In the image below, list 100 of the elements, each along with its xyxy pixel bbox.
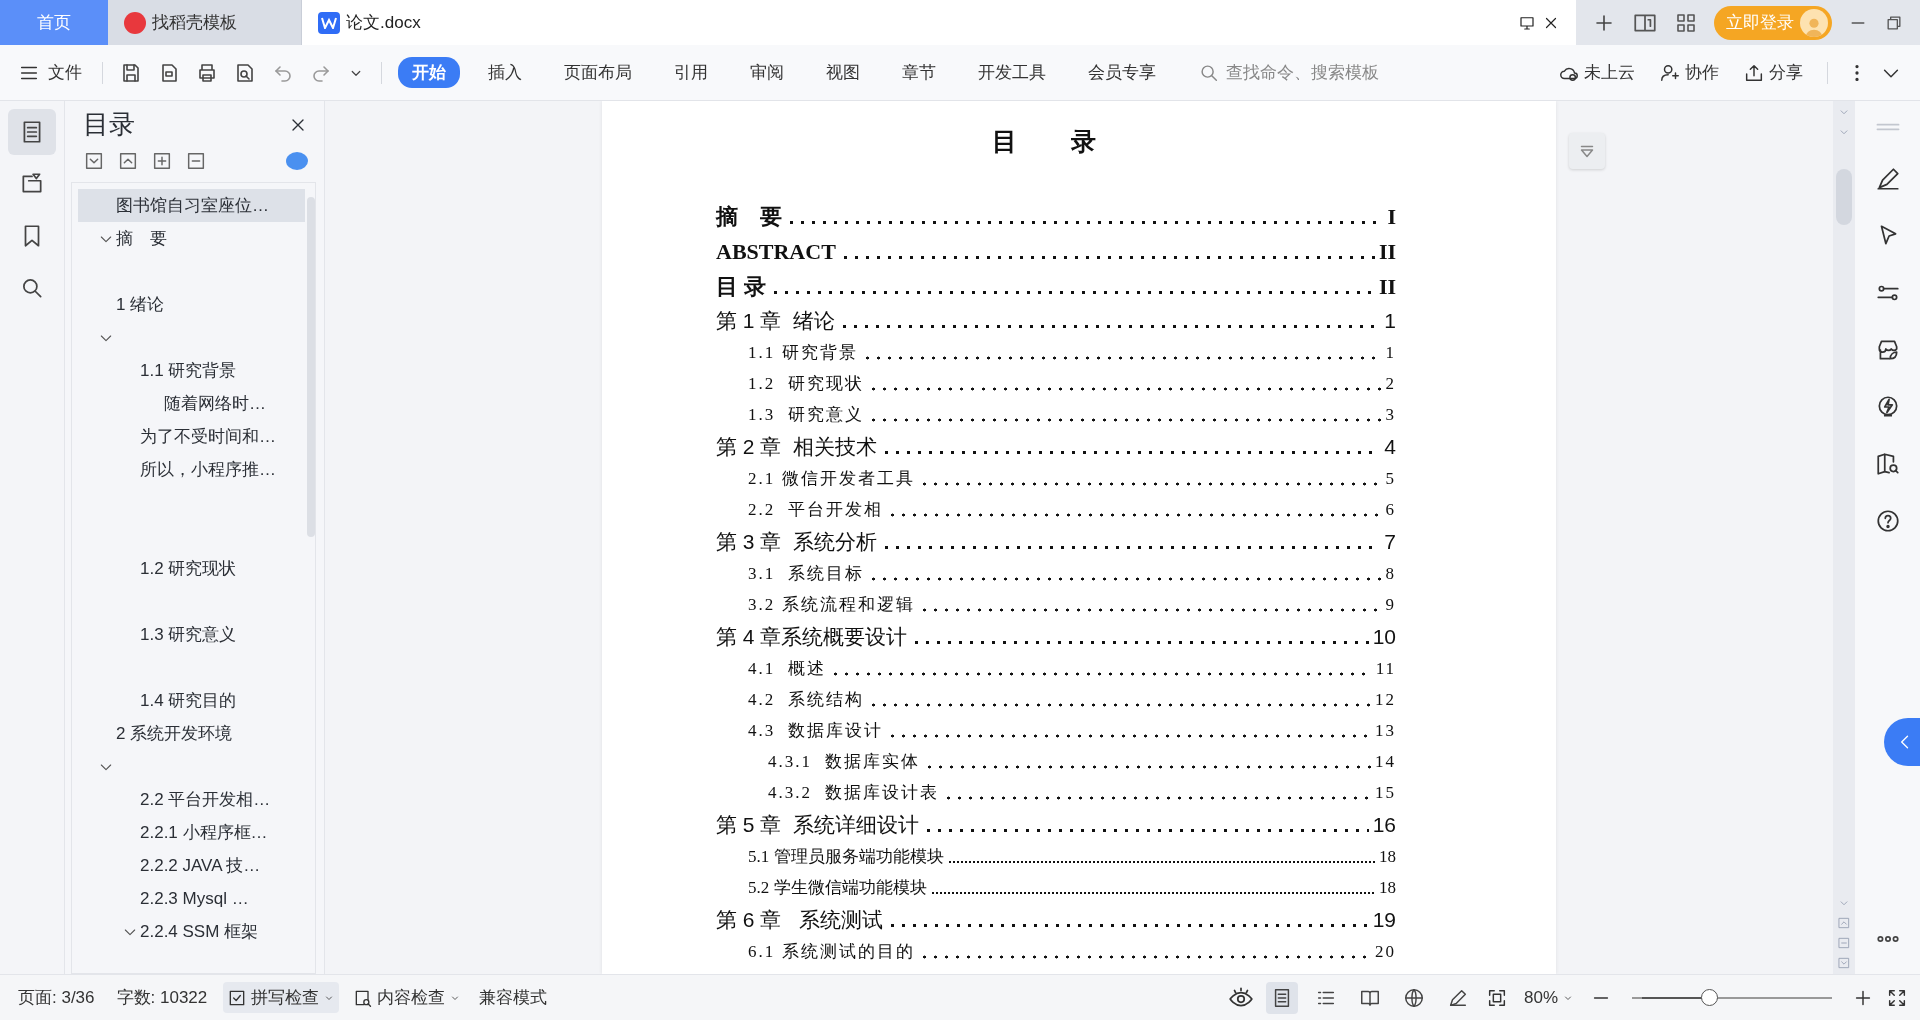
toolbar-action[interactable]: 协作: [1653, 60, 1725, 85]
outline-item[interactable]: 2.2 平台开发相…: [78, 783, 305, 816]
toc-entry: 第 6 章 系统测试: [716, 906, 883, 933]
book-search-icon[interactable]: [1874, 451, 1901, 477]
toc-entry: 摘 要: [716, 202, 782, 231]
avatar-icon: [1800, 8, 1828, 37]
remove-icon[interactable]: [185, 150, 207, 172]
outline-item[interactable]: 2.2.2 JAVA 技…: [78, 849, 305, 882]
outline-item[interactable]: 1.3 研究意义: [78, 618, 305, 651]
pen-icon[interactable]: [1874, 166, 1901, 192]
page-number: II: [1378, 238, 1396, 265]
sidebar-button[interactable]: [8, 109, 56, 155]
outline-item[interactable]: 1 绪论: [78, 288, 305, 321]
ribbon-tab[interactable]: 插入: [474, 57, 536, 88]
file-menu[interactable]: 文件: [18, 61, 90, 84]
toc-entry: 5.1 管理员服务端功能模块: [748, 846, 944, 868]
outline-item[interactable]: 1.2 研究现状: [78, 552, 305, 585]
outline-item[interactable]: 图书馆自习室座位…: [78, 189, 305, 222]
page-number: 18: [1379, 877, 1396, 898]
add-icon[interactable]: [151, 150, 173, 172]
toc-entry: 3.2 系统流程和逻辑: [748, 594, 915, 616]
view-button[interactable]: [1265, 981, 1298, 1014]
document-title: 目 录: [990, 125, 1122, 157]
toc-entry: 5.2 学生微信端功能模块: [748, 877, 927, 899]
outline-item[interactable]: 摘 要: [78, 222, 305, 255]
assistant-icon[interactable]: [286, 152, 308, 170]
ribbon-tab[interactable]: 会员专享: [1074, 57, 1170, 88]
toc-entry: 4.3.2 数据库设计表: [768, 782, 939, 804]
page-number: 1: [1384, 308, 1396, 333]
ribbon-tab[interactable]: 页面布局: [550, 57, 646, 88]
page-number: 6: [1385, 499, 1396, 520]
search-field[interactable]: 查找命令、搜索模板: [1198, 61, 1428, 84]
zoom-level[interactable]: 80%: [1519, 983, 1578, 1012]
collapse-icon[interactable]: [83, 150, 105, 172]
page-number: 3: [1385, 404, 1396, 425]
toc-entry: 1.1 研究背景: [748, 342, 858, 364]
page-number: 8: [1385, 563, 1396, 584]
page-number: 14: [1375, 751, 1396, 772]
toc-entry: 4.3.1 数据库实体: [768, 751, 920, 773]
document-tab[interactable]: 找稻壳模板: [108, 0, 302, 45]
page-number: 2: [1385, 373, 1396, 394]
page-number: 5: [1385, 468, 1396, 489]
outline-item[interactable]: 随着网络时…: [78, 387, 305, 420]
ribbon-tab[interactable]: 开始: [398, 57, 460, 88]
outline-item[interactable]: 2.2.4 SSM 框架: [78, 915, 305, 948]
page-number: 7: [1384, 529, 1396, 554]
toc-entry: 4.1 概述: [748, 658, 826, 680]
expand-panel-button[interactable]: [1884, 718, 1920, 766]
scrollbar-thumb[interactable]: [307, 197, 315, 537]
expand-icon[interactable]: [117, 150, 139, 172]
toc-entry: ABSTRACT: [716, 238, 836, 265]
page-number: 12: [1375, 689, 1396, 710]
toc-entry: 4.3 数据库设计: [748, 720, 883, 742]
filter-button[interactable]: [1569, 133, 1605, 169]
page-number: 19: [1372, 907, 1396, 932]
ribbon-tab[interactable]: 引用: [660, 57, 722, 88]
toc-entry: 第 1 章 绪论: [716, 307, 836, 334]
outline-item[interactable]: 2.2.3 Mysql …: [78, 882, 305, 915]
page-number: I: [1387, 203, 1396, 230]
document-tab[interactable]: 论文.docx: [302, 0, 1576, 45]
ribbon-tab[interactable]: 视图: [812, 57, 874, 88]
toc-entry: 第 4 章系统概要设计: [716, 623, 908, 650]
toc-entry: 第 5 章 系统详细设计: [716, 811, 920, 838]
slider-thumb[interactable]: [1701, 988, 1719, 1006]
toolbar-action[interactable]: 未上云: [1552, 60, 1641, 85]
outline-item[interactable]: 所以，小程序推…: [78, 453, 305, 486]
ribbon-tab[interactable]: 审阅: [736, 57, 798, 88]
page-number: II: [1378, 273, 1396, 300]
toc-entry: 1.3 研究意义: [748, 404, 864, 426]
help-icon[interactable]: [1874, 508, 1901, 534]
outline-item[interactable]: 1.1 研究背景: [78, 354, 305, 387]
toc-entry: 6.1 系统测试的目的: [748, 941, 915, 963]
toc-entry: 第 3 章 系统分析: [716, 528, 878, 555]
outline-item[interactable]: 1.4 研究目的: [78, 684, 305, 717]
toc-entry: 目 录: [716, 272, 766, 301]
content-check-button[interactable]: 内容检查: [349, 982, 466, 1013]
document-logo-icon: [318, 11, 340, 34]
page-number: 4: [1384, 434, 1396, 459]
page-number: 20: [1375, 941, 1396, 962]
page-number: 15: [1375, 782, 1396, 803]
spell-check-button[interactable]: 拼写检查: [223, 982, 340, 1013]
toc-entry: 第 2 章 相关技术: [716, 433, 878, 460]
template-logo-icon: [124, 11, 146, 34]
compatibility-mode[interactable]: 兼容模式: [475, 982, 552, 1013]
toolbar-action[interactable]: 分享: [1737, 60, 1809, 85]
outline-item[interactable]: 2.2.1 小程序框…: [78, 816, 305, 849]
page-number: 13: [1375, 720, 1396, 741]
ribbon-tab[interactable]: 开发工具: [964, 57, 1060, 88]
page-number: 9: [1385, 594, 1396, 615]
ribbon-tab[interactable]: 章节: [888, 57, 950, 88]
word-count: 字数: 10322: [115, 987, 209, 1009]
page-number: 11: [1375, 658, 1396, 679]
panel-title: 目录: [83, 108, 135, 141]
outline-item[interactable]: 2 系统开发环境: [78, 717, 305, 750]
page-number: 10: [1372, 624, 1396, 649]
toc-entry: 3.1 系统目标: [748, 563, 864, 585]
toc-entry: 1.2 研究现状: [748, 373, 864, 395]
outline-item[interactable]: 为了不受时间和…: [78, 420, 305, 453]
page-number: 16: [1372, 812, 1396, 837]
toc-entry: 2.1 微信开发者工具: [748, 468, 915, 490]
